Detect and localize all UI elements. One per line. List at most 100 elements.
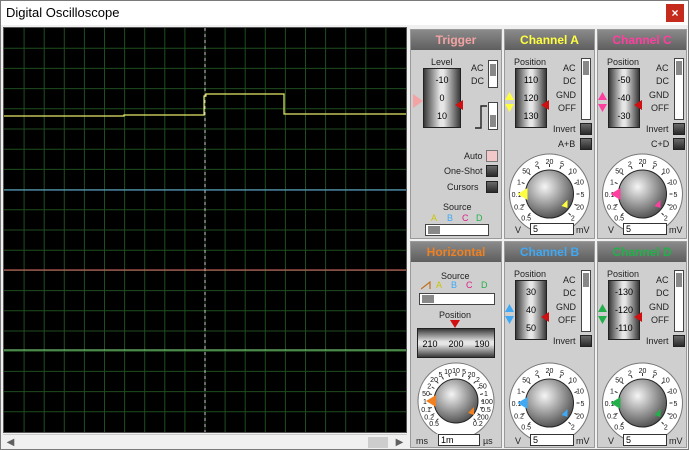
c-dial-unit-v: V <box>608 225 615 235</box>
h-dial-unit-ms: ms <box>416 436 428 446</box>
channel-b-marker-icon <box>505 304 514 324</box>
knob-scale-label: 50 <box>522 378 530 385</box>
c-gnd-label: GND <box>649 90 669 100</box>
a-dc-label: DC <box>563 76 576 86</box>
channel-d-position-label: Position <box>607 269 640 279</box>
knob-scale-label: 2 <box>664 424 668 431</box>
knob-scale-label: 1 <box>610 388 614 395</box>
scroll-left-icon[interactable]: ◀ <box>3 436 18 449</box>
scroll-thumb[interactable] <box>368 437 388 448</box>
knob-body <box>525 169 574 219</box>
knob-body <box>618 378 667 428</box>
knob-scale-label: 20 <box>669 414 677 421</box>
channel-d-position-drum[interactable]: -130 -120 -110 <box>608 280 640 340</box>
trigger-edge-switch[interactable] <box>488 102 498 130</box>
b-tick-top: 30 <box>525 287 536 297</box>
channel-c-title: Channel C <box>598 30 686 50</box>
trigger-source-c: C <box>462 213 469 223</box>
d-coupling-knob <box>676 273 682 287</box>
horizontal-position-drum[interactable]: 210 200 190 <box>417 328 495 358</box>
horizontal-scrollbar[interactable]: ◀ ▶ <box>3 434 407 449</box>
scroll-right-icon[interactable]: ▶ <box>392 436 407 449</box>
channel-a-title: Channel A <box>505 30 594 50</box>
trigger-level-drum[interactable]: -10 0 10 <box>423 68 461 128</box>
horizontal-source-slider[interactable] <box>419 293 495 305</box>
channel-b-title: Channel B <box>505 242 594 262</box>
trigger-auto-button[interactable] <box>486 150 498 162</box>
channel-b-pointer-icon <box>541 312 549 322</box>
b-invert-label: Invert <box>553 336 576 346</box>
trigger-cursors-button[interactable] <box>486 181 498 193</box>
channel-c-panel: Channel C Position -50 -40 -30 AC DC GND… <box>597 29 687 239</box>
c-tick-bottom: -30 <box>617 111 631 121</box>
channel-a-position-label: Position <box>514 57 547 67</box>
knob-scale-label: 10 <box>569 169 577 176</box>
horizontal-time-field[interactable]: 1m <box>438 434 480 446</box>
trigger-one-shot-label: One-Shot <box>444 166 483 176</box>
channel-d-title: Channel D <box>598 242 686 262</box>
trigger-dc-label: DC <box>471 76 484 86</box>
knob-scale-label: 5 <box>439 372 443 379</box>
channel-a-volts-field[interactable]: 5 <box>530 223 574 235</box>
b-tick-bottom: 50 <box>525 323 536 333</box>
knob-scale-label: 2 <box>571 215 575 222</box>
knob-scale-label: 10 <box>444 369 452 376</box>
trigger-one-shot-button[interactable] <box>486 165 498 177</box>
c-tick-top: -50 <box>617 75 631 85</box>
horizontal-time-div-knob[interactable]: 0.50.20.11502205 10 10 5 2025011000.52000.2 <box>411 359 501 434</box>
a-tick-top: 110 <box>523 75 539 85</box>
knob-scale-label: 50 <box>615 378 623 385</box>
knob-scale-label: 1 <box>517 388 521 395</box>
channel-c-volts-field[interactable]: 5 <box>623 223 667 235</box>
trigger-coupling-switch[interactable] <box>488 60 498 88</box>
channel-d-marker-icon <box>598 304 607 324</box>
trigger-level-marker-icon <box>413 94 423 108</box>
trigger-source-b: B <box>447 213 454 223</box>
b-ac-label: AC <box>563 275 576 285</box>
knob-scale-label: 2 <box>664 215 668 222</box>
channel-a-invert-button[interactable] <box>580 123 592 135</box>
c-coupling-knob <box>676 61 682 75</box>
channel-a-marker-icon <box>505 92 514 112</box>
channel-b-position-drum[interactable]: 30 40 50 <box>515 280 547 340</box>
close-button[interactable]: × <box>666 4 684 22</box>
channel-d-volts-field[interactable]: 5 <box>623 434 667 446</box>
knob-scale-label: 5 <box>581 192 585 199</box>
trigger-source-slider[interactable] <box>425 224 489 236</box>
d-dc-label: DC <box>656 288 669 298</box>
a-dial-unit-mv: mV <box>576 225 590 235</box>
channel-b-coupling-switch[interactable] <box>581 270 591 332</box>
d-dial-unit-mv: mV <box>669 436 683 446</box>
knob-scale-label: 5 <box>674 401 678 408</box>
title-bar[interactable]: Digital Oscilloscope × <box>1 1 688 25</box>
channel-b-invert-button[interactable] <box>580 335 592 347</box>
a-tick-bottom: 130 <box>523 111 539 121</box>
knob-scale-label: 1 <box>484 391 488 398</box>
knob-scale-label: 10 <box>662 169 670 176</box>
a-invert-label: Invert <box>553 124 576 134</box>
trigger-level-label: Level <box>431 57 453 67</box>
horizontal-source-a: A <box>436 280 443 290</box>
horizontal-source-b: B <box>451 280 458 290</box>
channel-b-volts-field[interactable]: 5 <box>530 434 574 446</box>
channel-c-invert-button[interactable] <box>673 123 685 135</box>
channel-c-position-drum[interactable]: -50 -40 -30 <box>608 68 640 128</box>
d-off-label: OFF <box>651 315 669 325</box>
b-dial-unit-mv: mV <box>576 436 590 446</box>
channel-d-invert-button[interactable] <box>673 335 685 347</box>
knob-scale-label: 0.5 <box>429 421 439 428</box>
knob-scale-label: 10 <box>662 378 670 385</box>
knob-scale-label: 50 <box>615 169 623 176</box>
source-slider-knob <box>428 226 440 234</box>
a-gnd-label: GND <box>556 90 576 100</box>
channel-a-coupling-switch[interactable] <box>581 58 591 120</box>
b-dc-label: DC <box>563 288 576 298</box>
channel-d-coupling-switch[interactable] <box>674 270 684 332</box>
knob-scale-label: 2 <box>427 384 431 391</box>
scope-graticule <box>4 28 406 432</box>
channel-c-coupling-switch[interactable] <box>674 58 684 120</box>
channel-a-pointer-icon <box>541 100 549 110</box>
knob-scale-label: 50 <box>422 391 430 398</box>
knob-scale-label: 1 <box>610 179 614 186</box>
channel-a-position-drum[interactable]: 110 120 130 <box>515 68 547 128</box>
